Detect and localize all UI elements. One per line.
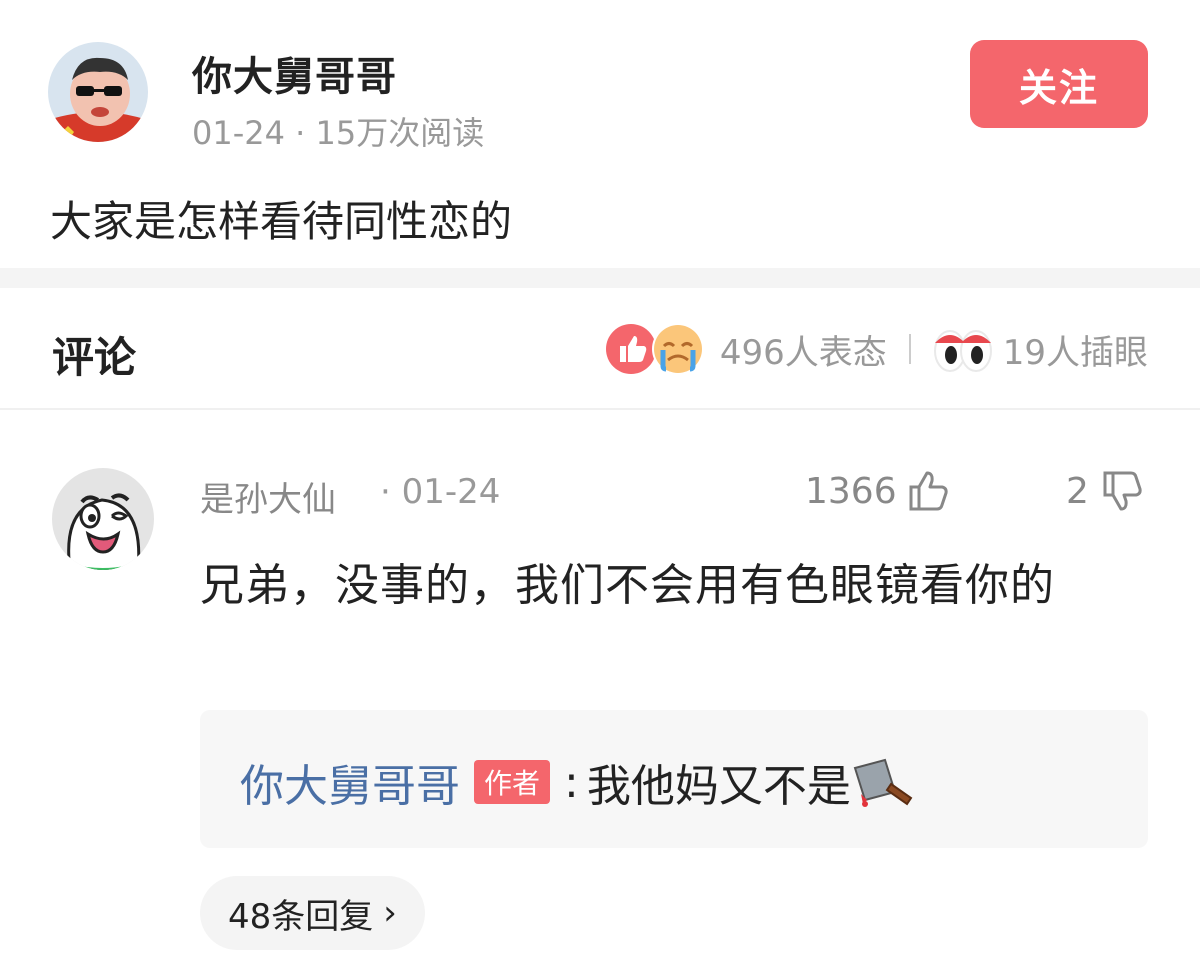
- follow-button[interactable]: 关注: [970, 40, 1148, 128]
- crying-face-icon: [651, 323, 704, 375]
- view-replies-button[interactable]: 48条回复 ›: [200, 876, 425, 950]
- like-button[interactable]: 1366: [805, 466, 953, 516]
- cartoon-avatar-icon: [48, 42, 148, 142]
- comments-header: 评论 496人表态 19人插眼: [0, 288, 1200, 408]
- post-meta: 01-24 · 15万次阅读: [192, 108, 484, 154]
- eyes-icon: [933, 330, 992, 372]
- reply-text: 我他妈又不是: [586, 761, 851, 812]
- author-avatar[interactable]: [48, 42, 148, 142]
- author-badge: 作者: [474, 760, 551, 804]
- post-author-name[interactable]: 你大舅哥哥: [192, 44, 397, 102]
- dislike-count: 2: [1066, 470, 1089, 512]
- meta-separator: ·: [284, 114, 316, 152]
- dislike-button[interactable]: 2: [1066, 466, 1147, 516]
- reply-line: 你大舅哥哥 作者 : 我他妈又不是: [240, 754, 917, 812]
- read-count: 15万次阅读: [315, 114, 485, 152]
- thumbs-down-outline-icon: [1103, 471, 1142, 511]
- reaction-summary[interactable]: 496人表态 19人插眼: [604, 322, 1148, 376]
- like-count: 1366: [805, 470, 897, 512]
- comment-text: 兄弟，没事的，我们不会用有色眼镜看你的: [200, 560, 1055, 611]
- meme-face-avatar-icon: [52, 468, 154, 570]
- chevron-right-icon: ›: [383, 893, 397, 933]
- comments-title: 评论: [52, 333, 137, 382]
- replies-count: 48条回复: [228, 896, 374, 937]
- post-card: 你大舅哥哥 01-24 · 15万次阅读 关注 大家是怎样看待同性恋的: [0, 0, 1200, 268]
- reply-author-name[interactable]: 你大舅哥哥: [240, 750, 460, 814]
- thumbs-up-outline-icon: [909, 471, 948, 511]
- thumbs-up-icon: [605, 324, 656, 374]
- comment-date: · 01-24: [380, 472, 501, 512]
- reaction-icons: [604, 322, 710, 376]
- reply-preview[interactable]: 你大舅哥哥 作者 : 我他妈又不是: [200, 710, 1148, 848]
- eye-count: 19人插眼: [1002, 332, 1148, 373]
- reaction-count: 496人表态: [719, 332, 887, 373]
- reaction-divider: [908, 334, 911, 364]
- commenter-name[interactable]: 是孙大仙: [200, 472, 336, 521]
- cleaver-knife-icon: [853, 758, 913, 807]
- reply-colon: :: [564, 756, 579, 808]
- section-divider: [0, 268, 1200, 288]
- comment-item: 是孙大仙 · 01-24 1366 2 兄弟，没事的，我们不会用有色眼镜看你的 …: [0, 410, 1200, 966]
- post-date: 01-24: [192, 114, 285, 152]
- commenter-avatar[interactable]: [52, 468, 154, 570]
- post-text: 大家是怎样看待同性恋的: [50, 197, 513, 246]
